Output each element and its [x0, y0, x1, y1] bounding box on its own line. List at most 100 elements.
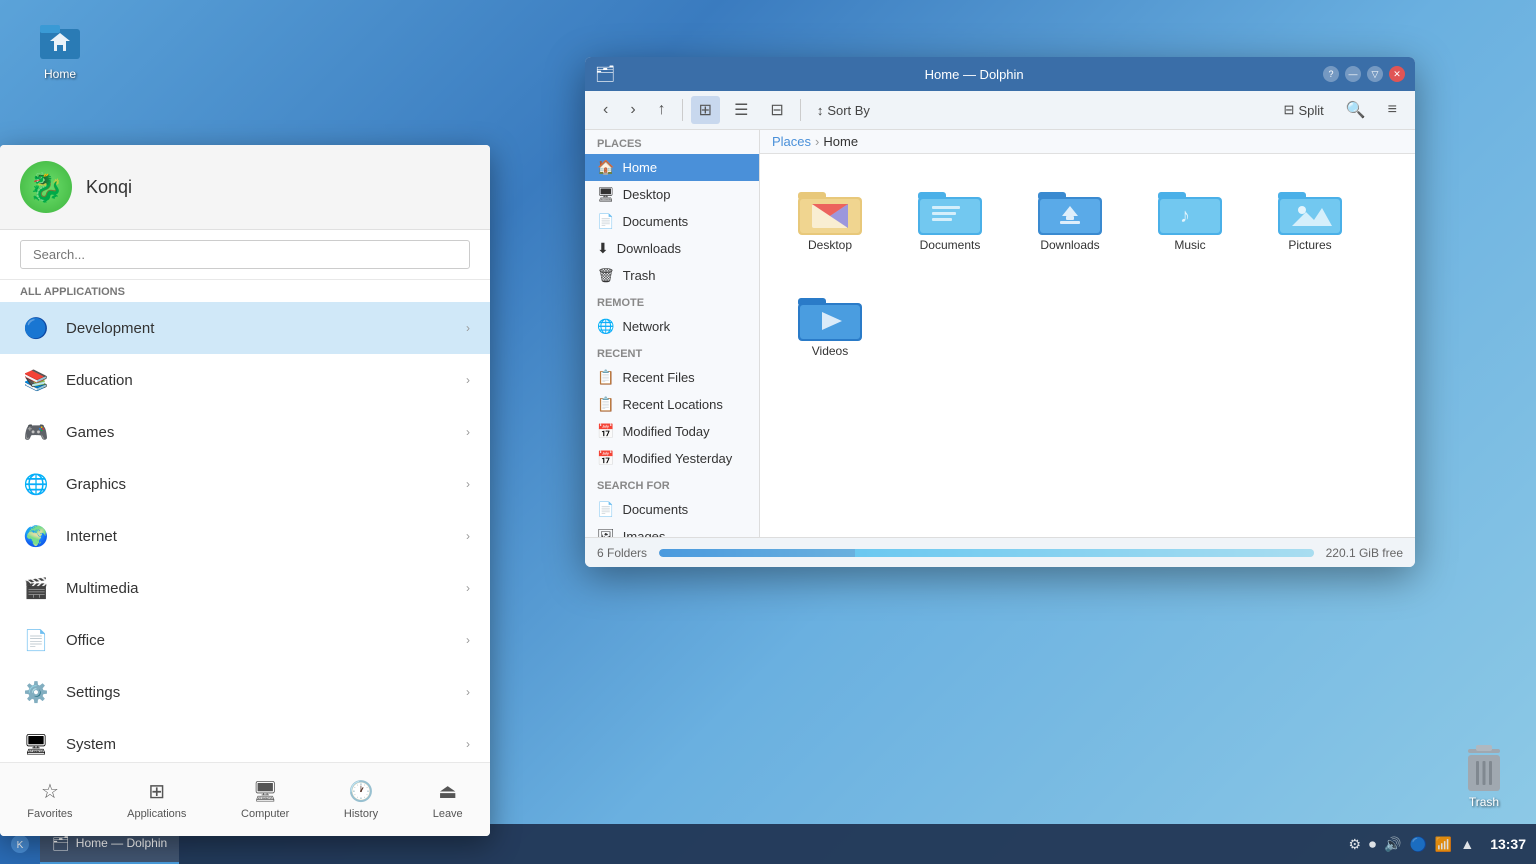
computer-button[interactable]: 🖥 Computer — [227, 773, 303, 826]
dolphin-toolbar: ‹ › ↑ ⊞ ☰ ⊟ ↕ Sort By ⊟ Split 🔍 ≡ — [585, 91, 1415, 130]
file-item-music[interactable]: ♪ Music — [1140, 174, 1240, 260]
disk-free-label: 220.1 GiB free — [1326, 546, 1403, 560]
icon-view-button[interactable]: ⊞ — [691, 96, 720, 124]
split-label: Split — [1298, 103, 1323, 118]
breadcrumb-places[interactable]: Places — [772, 134, 811, 149]
modified-today-label: Modified Today — [622, 424, 709, 439]
system-tray: ⚙ ⏺ 🔊 🔵 📶 ▲ 13:37 — [1338, 836, 1536, 853]
sidebar-item-downloads[interactable]: ⬇ Downloads — [585, 235, 759, 262]
places-label: Places — [585, 130, 759, 154]
network-sidebar-label: Network — [622, 319, 670, 334]
search-input[interactable] — [20, 240, 470, 269]
menu-item-settings[interactable]: ⚙️ Settings › — [0, 666, 490, 718]
column-view-button[interactable]: ⊟ — [762, 96, 791, 124]
menu-button[interactable]: ≡ — [1380, 96, 1405, 124]
sidebar-item-trash[interactable]: 🗑 Trash — [585, 262, 759, 289]
computer-icon: 🖥 — [252, 779, 277, 804]
favorites-icon: ☆ — [41, 779, 59, 804]
menu-item-system[interactable]: 🖥 System › — [0, 718, 490, 762]
sidebar-item-desktop[interactable]: 🖥 Desktop — [585, 181, 759, 208]
tray-record-icon[interactable]: ⏺ — [1369, 836, 1376, 853]
documents-file-label: Documents — [920, 238, 981, 252]
all-applications-label: All Applications — [0, 280, 490, 302]
recent-locations-icon: 📋 — [597, 396, 614, 413]
graphics-arrow: › — [466, 477, 470, 491]
desktop: Home 🐉 Konqi All Applications 🔵 Developm… — [0, 0, 1536, 864]
development-label: Development — [66, 320, 466, 337]
history-button[interactable]: 🕐 History — [330, 773, 392, 826]
games-label: Games — [66, 424, 466, 441]
desktop-trash[interactable]: Trash — [1462, 743, 1506, 809]
sidebar-item-recent-files[interactable]: 📋 Recent Files — [585, 364, 759, 391]
search-button[interactable]: 🔍 — [1338, 96, 1374, 124]
leave-icon: ⏏ — [438, 779, 457, 804]
search-docs-label: Documents — [622, 502, 688, 517]
menu-item-games[interactable]: 🎮 Games › — [0, 406, 490, 458]
menu-item-internet[interactable]: 🌍 Internet › — [0, 510, 490, 562]
games-arrow: › — [466, 425, 470, 439]
back-button[interactable]: ‹ — [595, 97, 616, 123]
sidebar-item-documents[interactable]: 📄 Documents — [585, 208, 759, 235]
trash-desktop-label: Trash — [1469, 795, 1499, 809]
internet-icon: 🌍 — [20, 520, 52, 552]
file-item-videos[interactable]: Videos — [780, 280, 880, 366]
dolphin-sidebar: Places 🏠 Home 🖥 Desktop 📄 Documents ⬇ Do… — [585, 130, 760, 537]
recent-files-icon: 📋 — [597, 369, 614, 386]
menu-item-office[interactable]: 📄 Office › — [0, 614, 490, 666]
search-for-label: Search For — [585, 472, 759, 496]
office-icon: 📄 — [20, 624, 52, 656]
computer-label: Computer — [241, 808, 289, 820]
sidebar-item-home[interactable]: 🏠 Home — [585, 154, 759, 181]
sidebar-item-network[interactable]: 🌐 Network — [585, 313, 759, 340]
toolbar-right: ⊟ Split 🔍 ≡ — [1276, 96, 1405, 124]
downloads-file-label: Downloads — [1040, 238, 1099, 252]
forward-button[interactable]: › — [622, 97, 643, 123]
file-item-downloads[interactable]: Downloads — [1020, 174, 1120, 260]
file-item-pictures[interactable]: Pictures — [1260, 174, 1360, 260]
tray-bluetooth-icon[interactable]: 🔵 — [1409, 836, 1426, 853]
menu-item-education[interactable]: 📚 Education › — [0, 354, 490, 406]
folder-count: 6 Folders — [597, 546, 647, 560]
disk-usage-bar — [659, 549, 1314, 557]
sidebar-item-modified-yesterday[interactable]: 📅 Modified Yesterday — [585, 445, 759, 472]
leave-button[interactable]: ⏏ Leave — [419, 773, 477, 826]
applications-icon: ⊞ — [148, 779, 165, 804]
menu-item-development[interactable]: 🔵 Development › — [0, 302, 490, 354]
sidebar-item-search-documents[interactable]: 📄 Documents — [585, 496, 759, 523]
svg-text:♪: ♪ — [1180, 205, 1190, 227]
close-button[interactable]: ✕ — [1389, 66, 1405, 82]
home-sidebar-icon: 🏠 — [597, 159, 614, 176]
dolphin-statusbar: 6 Folders 220.1 GiB free — [585, 537, 1415, 567]
minimize-button[interactable]: — — [1345, 66, 1361, 82]
tray-settings-icon[interactable]: ⚙ — [1348, 836, 1361, 853]
maximize-button[interactable]: ▽ — [1367, 66, 1383, 82]
favorites-button[interactable]: ☆ Favorites — [13, 773, 86, 826]
tray-network-icon[interactable]: 📶 — [1435, 836, 1452, 853]
desktop-file-label: Desktop — [808, 238, 852, 252]
sort-button[interactable]: ↕ Sort By — [809, 99, 878, 122]
menu-item-multimedia[interactable]: 🎬 Multimedia › — [0, 562, 490, 614]
search-images-label: Images — [623, 529, 666, 537]
dolphin-window: 🗂 Home — Dolphin ? — ▽ ✕ ‹ › ↑ ⊞ ☰ ⊟ ↕ S… — [585, 57, 1415, 567]
desktop-home-icon[interactable]: Home — [20, 15, 100, 81]
sidebar-item-search-images[interactable]: 🖼 Images — [585, 523, 759, 537]
window-controls: ? — ▽ ✕ — [1323, 66, 1405, 82]
help-button[interactable]: ? — [1323, 66, 1339, 82]
internet-arrow: › — [466, 529, 470, 543]
username: Konqi — [86, 177, 132, 198]
tray-volume-icon[interactable]: 🔊 — [1384, 836, 1401, 853]
file-item-desktop[interactable]: Desktop — [780, 174, 880, 260]
split-button[interactable]: ⊟ Split — [1276, 96, 1332, 124]
detail-view-button[interactable]: ☰ — [726, 96, 756, 124]
pictures-file-label: Pictures — [1288, 238, 1331, 252]
sidebar-item-modified-today[interactable]: 📅 Modified Today — [585, 418, 759, 445]
sidebar-item-recent-locations[interactable]: 📋 Recent Locations — [585, 391, 759, 418]
file-item-documents[interactable]: Documents — [900, 174, 1000, 260]
up-button[interactable]: ↑ — [650, 97, 674, 123]
menu-item-graphics[interactable]: 🌐 Graphics › — [0, 458, 490, 510]
applications-button[interactable]: ⊞ Applications — [113, 773, 200, 826]
downloads-sidebar-icon: ⬇ — [597, 240, 609, 257]
tray-expand-icon[interactable]: ▲ — [1460, 836, 1474, 852]
file-grid: Desktop Documents — [760, 154, 1415, 537]
taskbar-dolphin-icon: 🗂 — [52, 835, 70, 852]
